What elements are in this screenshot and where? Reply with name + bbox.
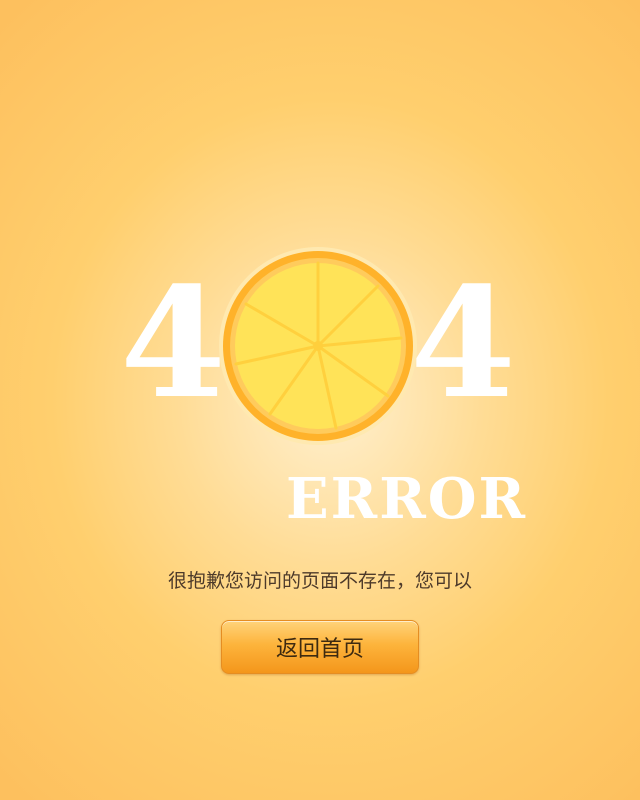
error-digit-right: 4 — [410, 253, 516, 432]
error-message: 很抱歉您访问的页面不存在，您可以 — [167, 570, 472, 592]
error-digit-left: 4 — [120, 253, 226, 432]
error-heading: ERROR — [286, 466, 528, 532]
back-home-label: 返回首页 — [275, 637, 364, 662]
back-home-button[interactable]: 返回首页 — [221, 620, 419, 674]
error-page: 4 4 ERROR 很抱歉您访问的页面不存在，您可以 返回首页 — [0, 0, 640, 800]
lemon-slice-icon — [218, 246, 418, 446]
